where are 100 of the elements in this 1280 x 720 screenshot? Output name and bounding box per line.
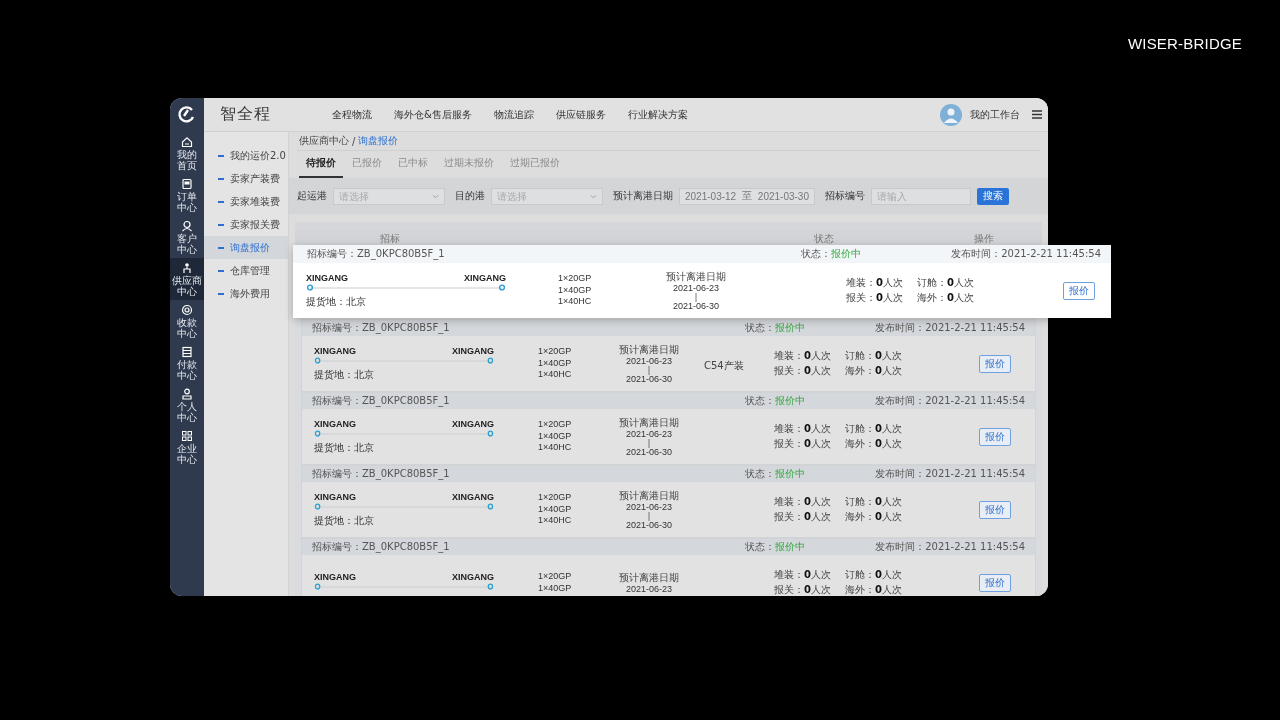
publish-time: 发布时间：2021-2-21 11:45:54 [875,394,1025,408]
column-header: 操作 [974,232,994,246]
port-name: XINGANG [314,418,356,429]
quote-button[interactable]: 报价 [1062,281,1095,300]
date-label: 预计离港日期 [619,342,679,356]
status-text: 状态：报价中 [745,321,806,335]
port-name: XINGANG [314,491,356,502]
nav-link[interactable]: 海外仓&售后服务 [394,107,472,122]
quote-button[interactable]: 报价 [978,500,1011,519]
target-icon [181,304,193,316]
stat-text: 堆装：0人次 [774,422,831,436]
rail-item[interactable]: 订单中心 [170,174,204,216]
person-icon [181,220,193,232]
nav-link[interactable]: 供应链服务 [555,107,606,122]
port-name: XINGANG [452,491,494,502]
search-button[interactable]: 搜索 [977,187,1009,205]
container-spec: 1×40HC [538,515,573,527]
sidebar-item[interactable]: 海外费用 [204,282,288,305]
nav-link[interactable]: 行业解决方案 [627,107,688,122]
sidebar-item[interactable]: 卖家堆装费 [204,190,288,213]
date-value: 2021-06-23 [625,428,672,439]
quote-button[interactable]: 报价 [978,427,1011,446]
pickup-location: 提货地：北京 [314,367,375,382]
date-range-field[interactable]: 2021-03-12 至 2021-03-30 [679,187,815,205]
sidebar-item[interactable]: 询盘报价 [204,236,288,259]
status-text: 状态：报价中 [745,467,806,481]
sidebar-item[interactable]: 我的运价2.0 [204,144,288,167]
container-spec: 1×20GP [538,571,573,583]
date-label: 预计离港日期 [619,488,679,502]
date-value: 2021-06-23 [625,501,672,512]
rail-item[interactable]: 收款中心 [170,300,204,342]
stat-text: 报关：0人次 [774,583,831,596]
publish-time: 发布时间：2021-2-21 11:45:54 [875,467,1025,481]
bid-number: 招标编号：ZB_0KPC80B5F_1 [312,540,451,554]
bid-number: 招标编号：ZB_0KPC80B5F_1 [312,467,451,481]
stat-text: 海外：0人次 [844,583,902,596]
rail-item[interactable]: 企业中心 [170,426,204,468]
stat-text: 报关：0人次 [774,510,831,524]
stat-text: 报关：0人次 [774,364,831,378]
sidebar-item[interactable]: 仓库管理 [204,259,288,282]
caret-icon[interactable] [432,193,439,199]
port-name: XINGANG [452,571,494,582]
stat-text: 报关：0人次 [846,291,903,305]
nav-link[interactable]: 物流追踪 [493,107,534,122]
stat-text: 订舱：0人次 [844,349,902,363]
stat-text: 堆装：0人次 [774,349,831,363]
stat-text: 堆装：0人次 [846,276,903,290]
stat-text: 堆装：0人次 [774,568,831,582]
grid-icon [181,430,193,442]
date-value: 2021-06-23 [625,355,672,366]
sidebar-item[interactable]: 卖家产装费 [204,167,288,190]
stat-text: 海外：0人次 [844,510,902,524]
org-icon [181,262,193,274]
container-spec: 1×40HC [538,369,573,381]
nav-link[interactable]: 全程物流 [332,107,372,122]
quote-button[interactable]: 报价 [978,573,1011,592]
container-spec: 1×20GP [538,419,573,431]
stat-text: 堆装：0人次 [774,495,831,509]
bid-number: 招标编号：ZB_0KPC80B5F_1 [312,321,451,335]
workspace-link[interactable]: 我的工作台 [970,107,1020,122]
rail-item[interactable]: 个人中心 [170,384,204,426]
container-spec: 1×20GP [538,492,573,504]
publish-time: 发布时间：2021-2-21 11:45:54 [951,247,1101,261]
rail-item[interactable]: 客户中心 [170,216,204,258]
breadcrumb-current: 询盘报价 [358,134,399,148]
field-label: 目的港 [455,189,485,203]
date-value: 2021-06-23 [625,583,672,595]
avatar-icon[interactable] [940,103,962,126]
stat-text: 海外：0人次 [844,437,902,451]
container-spec: 1×20GP [558,273,593,285]
status-text: 状态：报价中 [801,247,862,261]
stat-text: 报关：0人次 [774,437,831,451]
quote-button[interactable]: 报价 [978,354,1011,373]
home-icon [181,136,193,148]
port-name: XINGANG [464,272,506,283]
rail-item[interactable]: 付款中心 [170,342,204,384]
column-header: 招标 [380,232,400,246]
table-icon [181,346,193,358]
date-separator: | [647,512,651,520]
brand-title: WISER-BRIDGE [1127,35,1242,52]
date-separator: | [694,293,698,301]
caret-icon[interactable] [590,193,597,199]
logo-icon[interactable] [177,104,197,124]
rail-item[interactable]: 我的首页 [170,132,204,174]
sidebar-item[interactable]: 卖家报关费 [204,213,288,236]
stat-text: 订舱：0人次 [844,495,902,509]
port-name: XINGANG [306,272,348,283]
note-text: C54产装 [704,360,744,371]
menu-icon[interactable] [1032,110,1042,119]
field-label: 起运港 [297,189,327,203]
rail-item[interactable]: 供应商中心 [170,258,204,300]
pickup-location: 提货地：北京 [314,440,375,455]
port-name: XINGANG [314,345,356,356]
breadcrumb-link[interactable]: 供应商中心 [299,134,349,148]
status-text: 状态：报价中 [745,540,806,554]
bid-number: 招标编号：ZB_0KPC80B5F_1 [307,247,446,261]
app-logo[interactable]: 智全程 [220,104,332,125]
field-label: 招标编号 [825,189,865,203]
stat-text: 订舱：0人次 [844,422,902,436]
person-icon [181,388,193,400]
